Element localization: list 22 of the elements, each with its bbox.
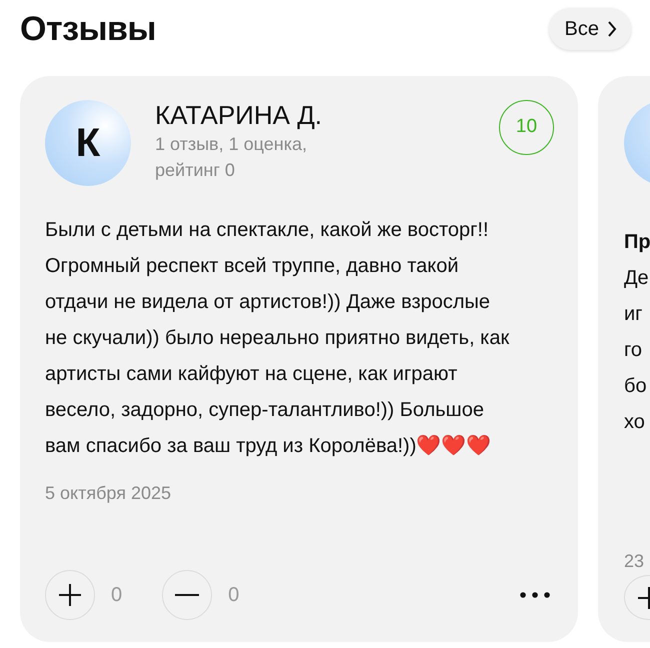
downvote-count: 0 [228, 583, 240, 608]
section-title: Отзывы [20, 8, 156, 50]
review-text-fragment: бо [624, 374, 648, 399]
review-date: 5 октября 2025 [45, 482, 172, 505]
upvote-button[interactable] [45, 570, 95, 620]
minus-icon [175, 594, 200, 596]
more-icon [520, 592, 550, 598]
review-text-fragment: го [624, 338, 643, 363]
author-stats: 1 отзыв, 1 оценка, рейтинг 0 [155, 133, 308, 182]
all-button[interactable]: Все [548, 8, 631, 50]
review-text-fragment: иг [624, 302, 644, 327]
review-text: Были с детьми на спектакле, какой же восторг!! Огромный респект всей труппе, давно такой отдачи не видела от артистов!)) Даже взрослые не скучали)) было нереально приятно видеть, как артисты сами кайфуют на сцене, как играют весело, задорно, супер-талантливо!)) Большое вам спасибо за ваш труд из Королёва!))❤❤❤ [45, 219, 510, 457]
review-text-fragment: хо [624, 410, 646, 435]
upvote-count: 0 [111, 583, 122, 608]
score-badge: 10 [499, 100, 554, 155]
review-text-fragment: Пр [624, 230, 650, 255]
avatar: К [45, 100, 131, 186]
review-date: 23 [624, 550, 646, 573]
chevron-icon [607, 20, 617, 38]
plus-icon [58, 583, 82, 607]
author-name: КАТАРИНА Д. [155, 100, 324, 132]
review-text-fragment: Де [624, 266, 650, 291]
